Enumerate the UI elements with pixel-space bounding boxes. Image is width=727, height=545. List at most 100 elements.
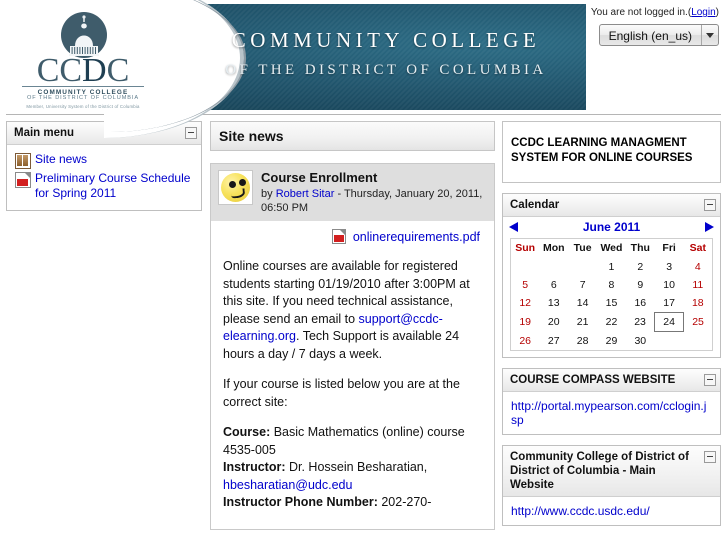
calendar-week-row: 1234 bbox=[511, 258, 713, 276]
calendar-weekday: Wed bbox=[600, 242, 623, 254]
right-column: CCDC LEARNING MANAGMENT SYSTEM FOR ONLIN… bbox=[502, 121, 721, 536]
login-status-text: You are not logged in. bbox=[590, 7, 688, 18]
calendar-day[interactable]: 1 bbox=[597, 258, 626, 276]
calendar-day[interactable]: 15 bbox=[597, 294, 626, 313]
collapse-main-menu-button[interactable] bbox=[185, 127, 197, 139]
calendar-weekday: Fri bbox=[662, 242, 676, 254]
lms-title-line-1: CCDC LEARNING MANAGMENT bbox=[511, 137, 687, 149]
main-website-link[interactable]: http://www.ccdc.usdc.edu/ bbox=[511, 504, 650, 518]
page-body: Main menu Site news Preliminary Course S… bbox=[0, 115, 727, 545]
chevron-down-icon[interactable] bbox=[701, 25, 718, 45]
calendar-day[interactable]: 14 bbox=[568, 294, 597, 313]
news-post-body: onlinerequirements.pdf Online courses ar… bbox=[211, 221, 494, 529]
avatar[interactable] bbox=[218, 170, 253, 205]
post-paragraph-1: Online courses are available for registe… bbox=[223, 258, 482, 363]
calendar-day[interactable]: 13 bbox=[539, 294, 568, 313]
calendar-day[interactable]: 10 bbox=[655, 276, 684, 294]
calendar-day[interactable]: 30 bbox=[626, 332, 655, 351]
banner-area: COMMUNITY COLLEGE OF THE DISTRICT OF COL… bbox=[0, 0, 586, 138]
calendar-day[interactable]: 8 bbox=[597, 276, 626, 294]
pdf-icon bbox=[15, 172, 31, 188]
calendar-day[interactable]: 19 bbox=[511, 313, 540, 332]
sidebar-item-course-schedule[interactable]: Preliminary Course Schedule for Spring 2… bbox=[35, 171, 193, 201]
collapse-calendar-button[interactable] bbox=[704, 199, 716, 211]
list-item[interactable]: Preliminary Course Schedule for Spring 2… bbox=[15, 171, 193, 201]
calendar-day[interactable]: 26 bbox=[511, 332, 540, 351]
page-title: Site news bbox=[210, 121, 495, 151]
calendar-day[interactable]: 24 bbox=[654, 312, 685, 332]
forum-icon bbox=[15, 153, 31, 169]
instructor-email-link[interactable]: hbesharatian@udc.edu bbox=[223, 478, 352, 492]
main-website-title: Community College of District of Distric… bbox=[510, 450, 689, 491]
calendar-day-empty bbox=[568, 258, 597, 276]
news-post-byline: by Robert Sitar - Thursday, January 20, … bbox=[261, 187, 487, 215]
calendar-days: 1 2 3 4 5 6 7 8 9 10 11 12 13 14 15 16 17 18 19 20 21 22 23 24 2… bbox=[511, 258, 713, 350]
calendar-day-empty bbox=[511, 258, 540, 276]
calendar-nav: June 2011 bbox=[503, 217, 720, 238]
calendar-body: June 2011 Sun Mon Tue Wed Thu Fri Sat 12… bbox=[503, 217, 720, 351]
course-compass-body: http://portal.mypearson.com/cclogin.jsp bbox=[503, 392, 720, 434]
calendar-day[interactable]: 28 bbox=[568, 332, 597, 351]
calendar-day-empty bbox=[655, 332, 684, 351]
language-select[interactable]: English (en_us) bbox=[598, 24, 719, 46]
attachment-link[interactable]: onlinerequirements.pdf bbox=[353, 230, 480, 244]
calendar-day[interactable]: 4 bbox=[684, 258, 713, 276]
login-link[interactable]: Login bbox=[691, 7, 715, 18]
instructor-value: Dr. Hossein Besharatian, bbox=[285, 460, 428, 474]
previous-month-icon[interactable] bbox=[509, 222, 518, 232]
calendar-day[interactable]: 17 bbox=[655, 294, 684, 313]
calendar-day[interactable]: 27 bbox=[539, 332, 568, 351]
next-month-icon[interactable] bbox=[705, 222, 714, 232]
post-paragraph-2: If your course is listed below you are a… bbox=[223, 377, 460, 409]
calendar-day[interactable]: 29 bbox=[597, 332, 626, 351]
calendar-day[interactable]: 21 bbox=[568, 313, 597, 332]
calendar-day[interactable]: 23 bbox=[626, 313, 655, 332]
login-paren-close: ) bbox=[715, 7, 719, 18]
instructor-label: Instructor: bbox=[223, 460, 286, 474]
banner-text: COMMUNITY COLLEGE OF THE DISTRICT OF COL… bbox=[196, 28, 576, 79]
calendar-day[interactable]: 16 bbox=[626, 294, 655, 313]
calendar-weekday: Mon bbox=[542, 242, 565, 254]
byline-prefix: by bbox=[261, 188, 276, 200]
calendar-day[interactable]: 2 bbox=[626, 258, 655, 276]
calendar-day[interactable]: 7 bbox=[568, 276, 597, 294]
calendar-week-row: 5 6 7 8 9 10 11 bbox=[511, 276, 713, 294]
calendar-weekday: Sun bbox=[515, 242, 536, 254]
calendar-day[interactable]: 3 bbox=[655, 258, 684, 276]
calendar-day[interactable]: 25 bbox=[684, 313, 713, 332]
calendar-week-row: 19 20 21 22 23 24 25 bbox=[511, 312, 713, 332]
calendar-day[interactable]: 5 bbox=[511, 276, 540, 294]
calendar-title: Calendar bbox=[510, 199, 560, 211]
calendar-day[interactable]: 6 bbox=[539, 276, 568, 294]
calendar-day[interactable]: 12 bbox=[511, 294, 540, 313]
page-header: COMMUNITY COLLEGE OF THE DISTRICT OF COL… bbox=[0, 0, 727, 138]
banner-subtitle: OF THE DISTRICT OF COLUMBIA bbox=[225, 62, 547, 78]
calendar-day-empty bbox=[684, 332, 713, 351]
login-status: You are not logged in.(Login) bbox=[591, 7, 719, 18]
sidebar-item-site-news[interactable]: Site news bbox=[35, 152, 87, 167]
main-menu-body: Site news Preliminary Course Schedule fo… bbox=[7, 145, 201, 210]
calendar-header: Calendar bbox=[503, 194, 720, 217]
calendar-day[interactable]: 22 bbox=[597, 313, 626, 332]
ccdc-logo[interactable]: CCDC COMMUNITY COLLEGE OF THE DISTRICT O… bbox=[22, 12, 144, 110]
calendar-month-label[interactable]: June 2011 bbox=[518, 220, 705, 234]
calendar-day[interactable]: 9 bbox=[626, 276, 655, 294]
calendar-table: Sun Mon Tue Wed Thu Fri Sat 1 2 3 4 5 6 7 8 9 10 1… bbox=[510, 238, 713, 351]
calendar-day[interactable]: 18 bbox=[684, 294, 713, 313]
calendar-day[interactable]: 20 bbox=[539, 313, 568, 332]
calendar-weekday-row: Sun Mon Tue Wed Thu Fri Sat bbox=[511, 239, 713, 259]
logo-acronym-c2: C bbox=[106, 52, 130, 89]
calendar-day[interactable]: 11 bbox=[684, 276, 713, 294]
banner-title: COMMUNITY COLLEGE bbox=[231, 28, 541, 52]
post-course-details: Course: Basic Mathematics (online) cours… bbox=[223, 424, 482, 512]
attachment-row: onlinerequirements.pdf bbox=[223, 229, 482, 244]
lms-title-block: CCDC LEARNING MANAGMENT SYSTEM FOR ONLIN… bbox=[502, 121, 721, 183]
course-compass-link[interactable]: http://portal.mypearson.com/cclogin.jsp bbox=[511, 399, 706, 427]
logo-acronym-d: D bbox=[82, 52, 107, 89]
course-label: Course: bbox=[223, 425, 271, 439]
author-link[interactable]: Robert Sitar bbox=[276, 188, 335, 200]
list-item[interactable]: Site news bbox=[15, 152, 193, 169]
collapse-main-website-button[interactable] bbox=[704, 450, 716, 463]
collapse-course-compass-button[interactable] bbox=[704, 373, 716, 386]
course-compass-header: COURSE COMPASS WEBSITE bbox=[503, 368, 720, 392]
